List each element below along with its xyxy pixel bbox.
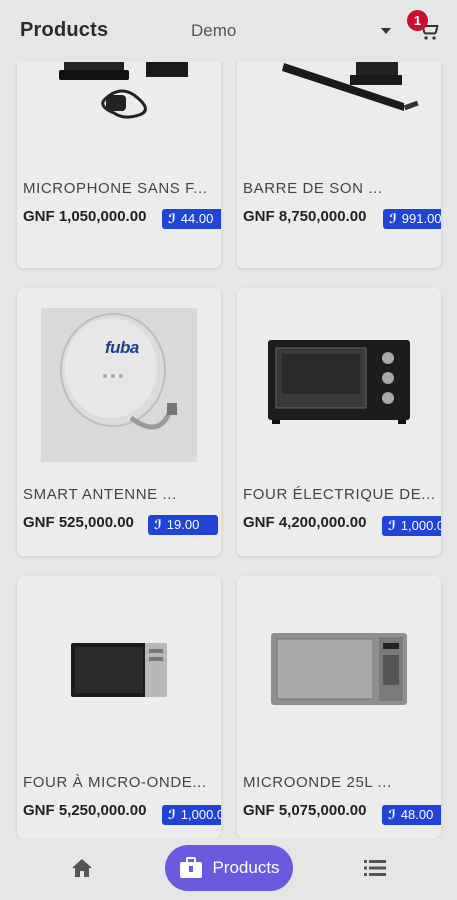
- badge-value: 48.00: [400, 807, 434, 822]
- badge-value: 44.00: [180, 211, 214, 226]
- brand-logo: fuba: [105, 338, 139, 357]
- product-grid: MICROPHONE SANS F... GNF 1,050,000.00 ℐ4…: [0, 0, 457, 840]
- home-icon[interactable]: [71, 858, 93, 878]
- badge-value: 991.00: [401, 211, 441, 226]
- product-card[interactable]: fuba SMART ANTENNE ... GNF 525,000.00 ℐ1…: [17, 288, 221, 556]
- badge-icon: ℐ: [168, 211, 176, 226]
- product-card[interactable]: MICROONDE 25L ... GNF 5,075,000.00 ℐ 48.0…: [237, 576, 441, 838]
- product-name: MICROONDE 25L ...: [243, 774, 392, 791]
- product-image: [237, 288, 441, 474]
- badge-icon: ℐ: [388, 518, 396, 533]
- product-card[interactable]: FOUR ÉLECTRIQUE DE... GNF 4,200,000.00 ℐ…: [237, 288, 441, 556]
- product-price: GNF 5,075,000.00: [243, 802, 367, 819]
- product-image: [17, 576, 221, 762]
- nav-products-button[interactable]: Products: [165, 845, 293, 891]
- product-name: FOUR À MICRO-ONDE...: [23, 774, 207, 791]
- top-bar: Products Demo 1: [0, 0, 457, 62]
- bottom-nav: Products: [0, 838, 457, 900]
- product-image: [237, 576, 441, 762]
- product-price: GNF 4,200,000.00: [243, 514, 367, 531]
- product-price: GNF 5,250,000.00: [23, 802, 147, 819]
- product-price: GNF 525,000.00: [23, 514, 134, 531]
- page-title: Products: [20, 19, 109, 41]
- product-price: GNF 8,750,000.00: [243, 208, 367, 225]
- product-name: BARRE DE SON ...: [243, 180, 383, 197]
- product-name: MICROPHONE SANS F...: [23, 180, 208, 197]
- nav-products-label: Products: [212, 858, 280, 877]
- product-card[interactable]: FOUR À MICRO-ONDE... GNF 5,250,000.00 ℐ1…: [17, 576, 221, 838]
- product-badge: ℐ 991.00: [383, 209, 441, 229]
- product-badge: ℐ 48.00: [382, 805, 441, 825]
- product-name: SMART ANTENNE ...: [23, 486, 177, 503]
- badge-icon: ℐ: [388, 807, 396, 822]
- product-badge: ℐ 44.00: [162, 209, 221, 229]
- badge-icon: ℐ: [154, 517, 162, 532]
- products-icon: [180, 857, 203, 878]
- image-backdrop: fuba: [41, 308, 197, 462]
- list-icon[interactable]: [364, 859, 386, 877]
- product-badge: ℐ 1,000.00: [382, 516, 441, 536]
- badge-value: 19.00: [166, 517, 200, 532]
- product-badge: ℐ 1,000.00: [162, 805, 221, 825]
- product-price: GNF 1,050,000.00: [23, 208, 147, 225]
- cart-count-badge: 1: [407, 10, 428, 31]
- badge-icon: ℐ: [168, 807, 176, 822]
- store-selector[interactable]: Demo: [191, 21, 236, 41]
- badge-value: 1,000.00: [400, 518, 441, 533]
- dropdown-caret-icon[interactable]: [381, 28, 391, 34]
- product-image: fuba: [17, 288, 221, 468]
- badge-value: 1,000.00: [180, 807, 221, 822]
- product-name: FOUR ÉLECTRIQUE DE...: [243, 486, 436, 503]
- product-badge: ℐ 19.00: [148, 515, 218, 535]
- badge-icon: ℐ: [389, 211, 397, 226]
